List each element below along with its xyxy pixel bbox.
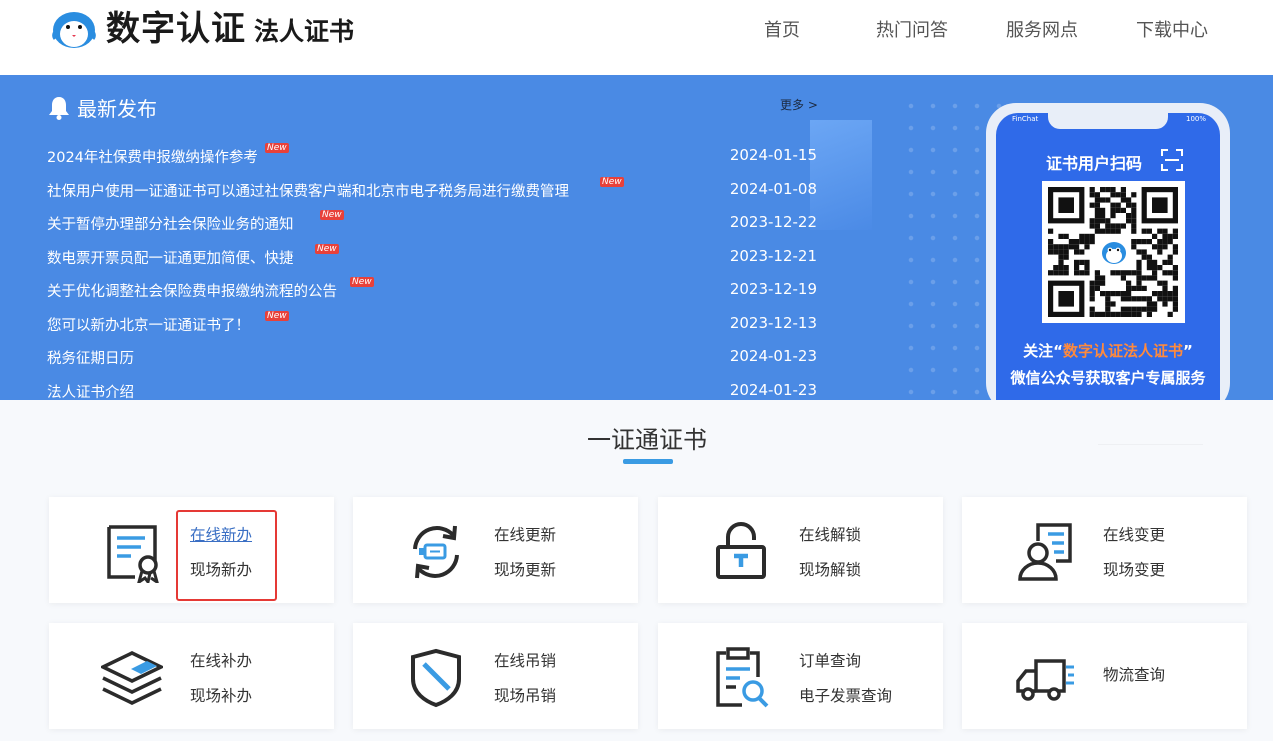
- scan-icon: [1161, 149, 1183, 171]
- online-unlock-link[interactable]: 在线解锁: [799, 523, 861, 545]
- service-card-query: 订单查询 电子发票查询: [658, 623, 943, 729]
- qr-code: [1042, 181, 1185, 323]
- onsite-change-link[interactable]: 现场变更: [1103, 558, 1165, 580]
- news-item-date: 2023-12-13: [729, 314, 817, 332]
- new-badge: New: [265, 143, 289, 153]
- news-item-date: 2023-12-19: [729, 280, 817, 298]
- phone-screen: FinChat 100% 证书用户扫码 关注“数字认证法人证书” 微信公众号获取…: [996, 113, 1220, 400]
- follow-suffix: ”: [1183, 342, 1193, 360]
- service-card-change: 在线变更 现场变更: [962, 497, 1247, 603]
- news-item[interactable]: 关于暂停办理部分社会保险业务的通知 New 2023-12-22: [47, 210, 822, 236]
- news-item-title[interactable]: 您可以新办北京一证通证书了！: [47, 314, 250, 335]
- news-item[interactable]: 您可以新办北京一证通证书了！ New 2023-12-13: [47, 311, 822, 337]
- news-item[interactable]: 数电票开票员配一证通更加简便、快捷 New 2023-12-21: [47, 244, 822, 270]
- logo-subtitle: 法人证书: [254, 17, 355, 46]
- nav-downloads[interactable]: 下载中心: [1136, 16, 1208, 42]
- news-item[interactable]: 关于优化调整社会保险费申报缴纳流程的公告 New 2023-12-19: [47, 277, 822, 303]
- online-renew-link[interactable]: 在线更新: [494, 523, 556, 545]
- service-card-reissue: 在线补办 现场补办: [49, 623, 334, 729]
- news-item[interactable]: 法人证书介绍 2024-01-23: [47, 378, 822, 400]
- divider: [1098, 444, 1203, 445]
- penguin-mascot-icon: [1099, 237, 1129, 267]
- news-item-date: 2023-12-21: [729, 247, 817, 265]
- news-item-title[interactable]: 关于暂停办理部分社会保险业务的通知: [47, 213, 294, 234]
- follow-prefix: 关注“: [1023, 342, 1063, 360]
- news-item-date: 2024-01-23: [729, 347, 817, 365]
- news-item-date: 2023-12-22: [729, 213, 817, 231]
- service-card-revoke: 在线吊销 现场吊销: [353, 623, 638, 729]
- news-item-title[interactable]: 法人证书介绍: [47, 381, 134, 400]
- service-card-new: 在线新办 现场新办: [49, 497, 334, 603]
- service-card-renew: 在线更新 现场更新: [353, 497, 638, 603]
- order-query-link[interactable]: 订单查询: [799, 649, 861, 671]
- news-item-date: 2024-01-15: [729, 146, 817, 164]
- onsite-unlock-link[interactable]: 现场解锁: [799, 558, 861, 580]
- qr-finder-center: [1058, 291, 1074, 307]
- news-item[interactable]: 社保用户使用一证通证书可以通过社保费客户端和北京市电子税务局进行缴费管理 New…: [47, 177, 822, 203]
- certificate-icon: [107, 525, 159, 583]
- site-header: 数字认证 法人证书 首页 热门问答 服务网点 下载中心: [0, 0, 1273, 75]
- news-item-title[interactable]: 关于优化调整社会保险费申报缴纳流程的公告: [47, 280, 337, 301]
- new-badge: New: [265, 311, 289, 321]
- site-logo[interactable]: 数字认证 法人证书: [50, 6, 354, 52]
- service-card-logistics: 物流查询: [962, 623, 1247, 729]
- status-battery: 100%: [1186, 115, 1207, 123]
- new-badge: New: [350, 277, 374, 287]
- news-banner: 最新发布 更多 > 2024年社保费申报缴纳操作参考 New 2024-01-1…: [0, 75, 1273, 400]
- user-change-icon: [1018, 523, 1072, 581]
- phone-mockup: FinChat 100% 证书用户扫码 关注“数字认证法人证书” 微信公众号获取…: [986, 103, 1230, 400]
- new-badge: New: [315, 244, 339, 254]
- nav-service-points[interactable]: 服务网点: [1006, 16, 1078, 42]
- onsite-reissue-link[interactable]: 现场补办: [190, 684, 252, 706]
- news-section-title: 最新发布: [77, 97, 157, 121]
- news-item-title[interactable]: 2024年社保费申报缴纳操作参考: [47, 146, 258, 167]
- news-item-title[interactable]: 数电票开票员配一证通更加简便、快捷: [47, 247, 294, 268]
- news-item-title[interactable]: 社保用户使用一证通证书可以通过社保费客户端和北京市电子税务局进行缴费管理: [47, 180, 569, 201]
- news-item-title[interactable]: 税务征期日历: [47, 347, 134, 368]
- online-reissue-link[interactable]: 在线补办: [190, 649, 252, 671]
- official-account-name: 数字认证法人证书: [1062, 342, 1183, 360]
- clipboard-search-icon: [716, 647, 769, 708]
- online-change-link[interactable]: 在线变更: [1103, 523, 1165, 545]
- phone-notch: [1048, 113, 1168, 129]
- new-badge: New: [600, 177, 624, 187]
- logistics-query-link[interactable]: 物流查询: [1103, 663, 1165, 685]
- invoice-query-link[interactable]: 电子发票查询: [799, 684, 892, 706]
- unlock-icon: [716, 522, 766, 579]
- penguin-mascot-icon: [52, 12, 96, 48]
- status-carrier: FinChat: [1012, 115, 1039, 123]
- news-item[interactable]: 2024年社保费申报缴纳操作参考 New 2024-01-15: [47, 143, 822, 169]
- more-news-link[interactable]: 更多 >: [780, 96, 818, 113]
- highlight-box: [176, 510, 277, 601]
- service-card-unlock: 在线解锁 现场解锁: [658, 497, 943, 603]
- news-item-date: 2024-01-23: [729, 381, 817, 399]
- onsite-revoke-link[interactable]: 现场吊销: [494, 684, 556, 706]
- news-item[interactable]: 税务征期日历 2024-01-23: [47, 344, 822, 370]
- qr-finder-center: [1152, 197, 1168, 213]
- nav-home[interactable]: 首页: [764, 16, 800, 42]
- online-revoke-link[interactable]: 在线吊销: [494, 649, 556, 671]
- new-badge: New: [320, 210, 344, 220]
- layers-icon: [101, 651, 163, 705]
- logo-title: 数字认证: [106, 9, 246, 49]
- section-underline: [623, 459, 673, 464]
- nav-faq[interactable]: 热门问答: [876, 16, 948, 42]
- section-title: 一证通证书: [587, 426, 707, 454]
- truck-icon: [1016, 659, 1074, 701]
- follow-line-1: 关注“数字认证法人证书”: [996, 340, 1220, 361]
- onsite-renew-link[interactable]: 现场更新: [494, 558, 556, 580]
- qr-finder-center: [1058, 197, 1074, 213]
- scan-title: 证书用户扫码: [1046, 154, 1143, 173]
- refresh-usb-icon: [413, 525, 459, 579]
- bell-icon: [49, 97, 69, 120]
- follow-line-2: 微信公众号获取客户专属服务: [1010, 369, 1206, 387]
- news-item-date: 2024-01-08: [729, 180, 817, 198]
- shield-revoke-icon: [411, 648, 461, 708]
